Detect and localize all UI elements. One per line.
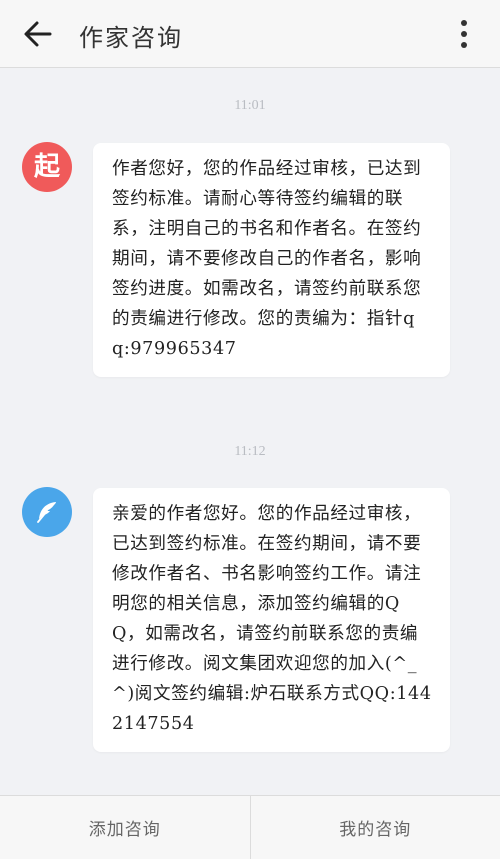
more-vertical-icon bbox=[461, 20, 467, 48]
arrow-left-icon bbox=[24, 21, 52, 47]
message-text: 作者您好，您的作品经过审核，已达到签约标准。请耐心等待签约编辑的联系，注明自己的… bbox=[112, 159, 422, 359]
my-consult-button[interactable]: 我的咨询 bbox=[251, 796, 500, 859]
message-text: 亲爱的作者您好。您的作品经过审核，已达到签约标准。在签约期间，请不要修改作者名、… bbox=[112, 504, 432, 734]
message-timestamp: 11:12 bbox=[234, 444, 266, 459]
page-title: 作家咨询 bbox=[79, 24, 183, 52]
bottom-action-bar: 添加咨询 我的咨询 bbox=[0, 795, 500, 859]
message-timestamp: 11:01 bbox=[234, 98, 266, 113]
qidian-logo-icon: 起 bbox=[33, 152, 60, 182]
add-consult-button[interactable]: 添加咨询 bbox=[0, 796, 250, 859]
back-button[interactable] bbox=[18, 14, 58, 54]
feather-icon bbox=[37, 502, 56, 523]
avatar[interactable] bbox=[22, 487, 72, 537]
top-bar: 作家咨询 bbox=[0, 0, 500, 68]
message-bubble: 亲爱的作者您好。您的作品经过审核，已达到签约标准。在签约期间，请不要修改作者名、… bbox=[93, 488, 450, 752]
message-bubble: 作者您好，您的作品经过审核，已达到签约标准。请耐心等待签约编辑的联系，注明自己的… bbox=[93, 143, 450, 377]
avatar[interactable]: 起 bbox=[22, 142, 72, 192]
more-options-button[interactable] bbox=[446, 14, 482, 54]
